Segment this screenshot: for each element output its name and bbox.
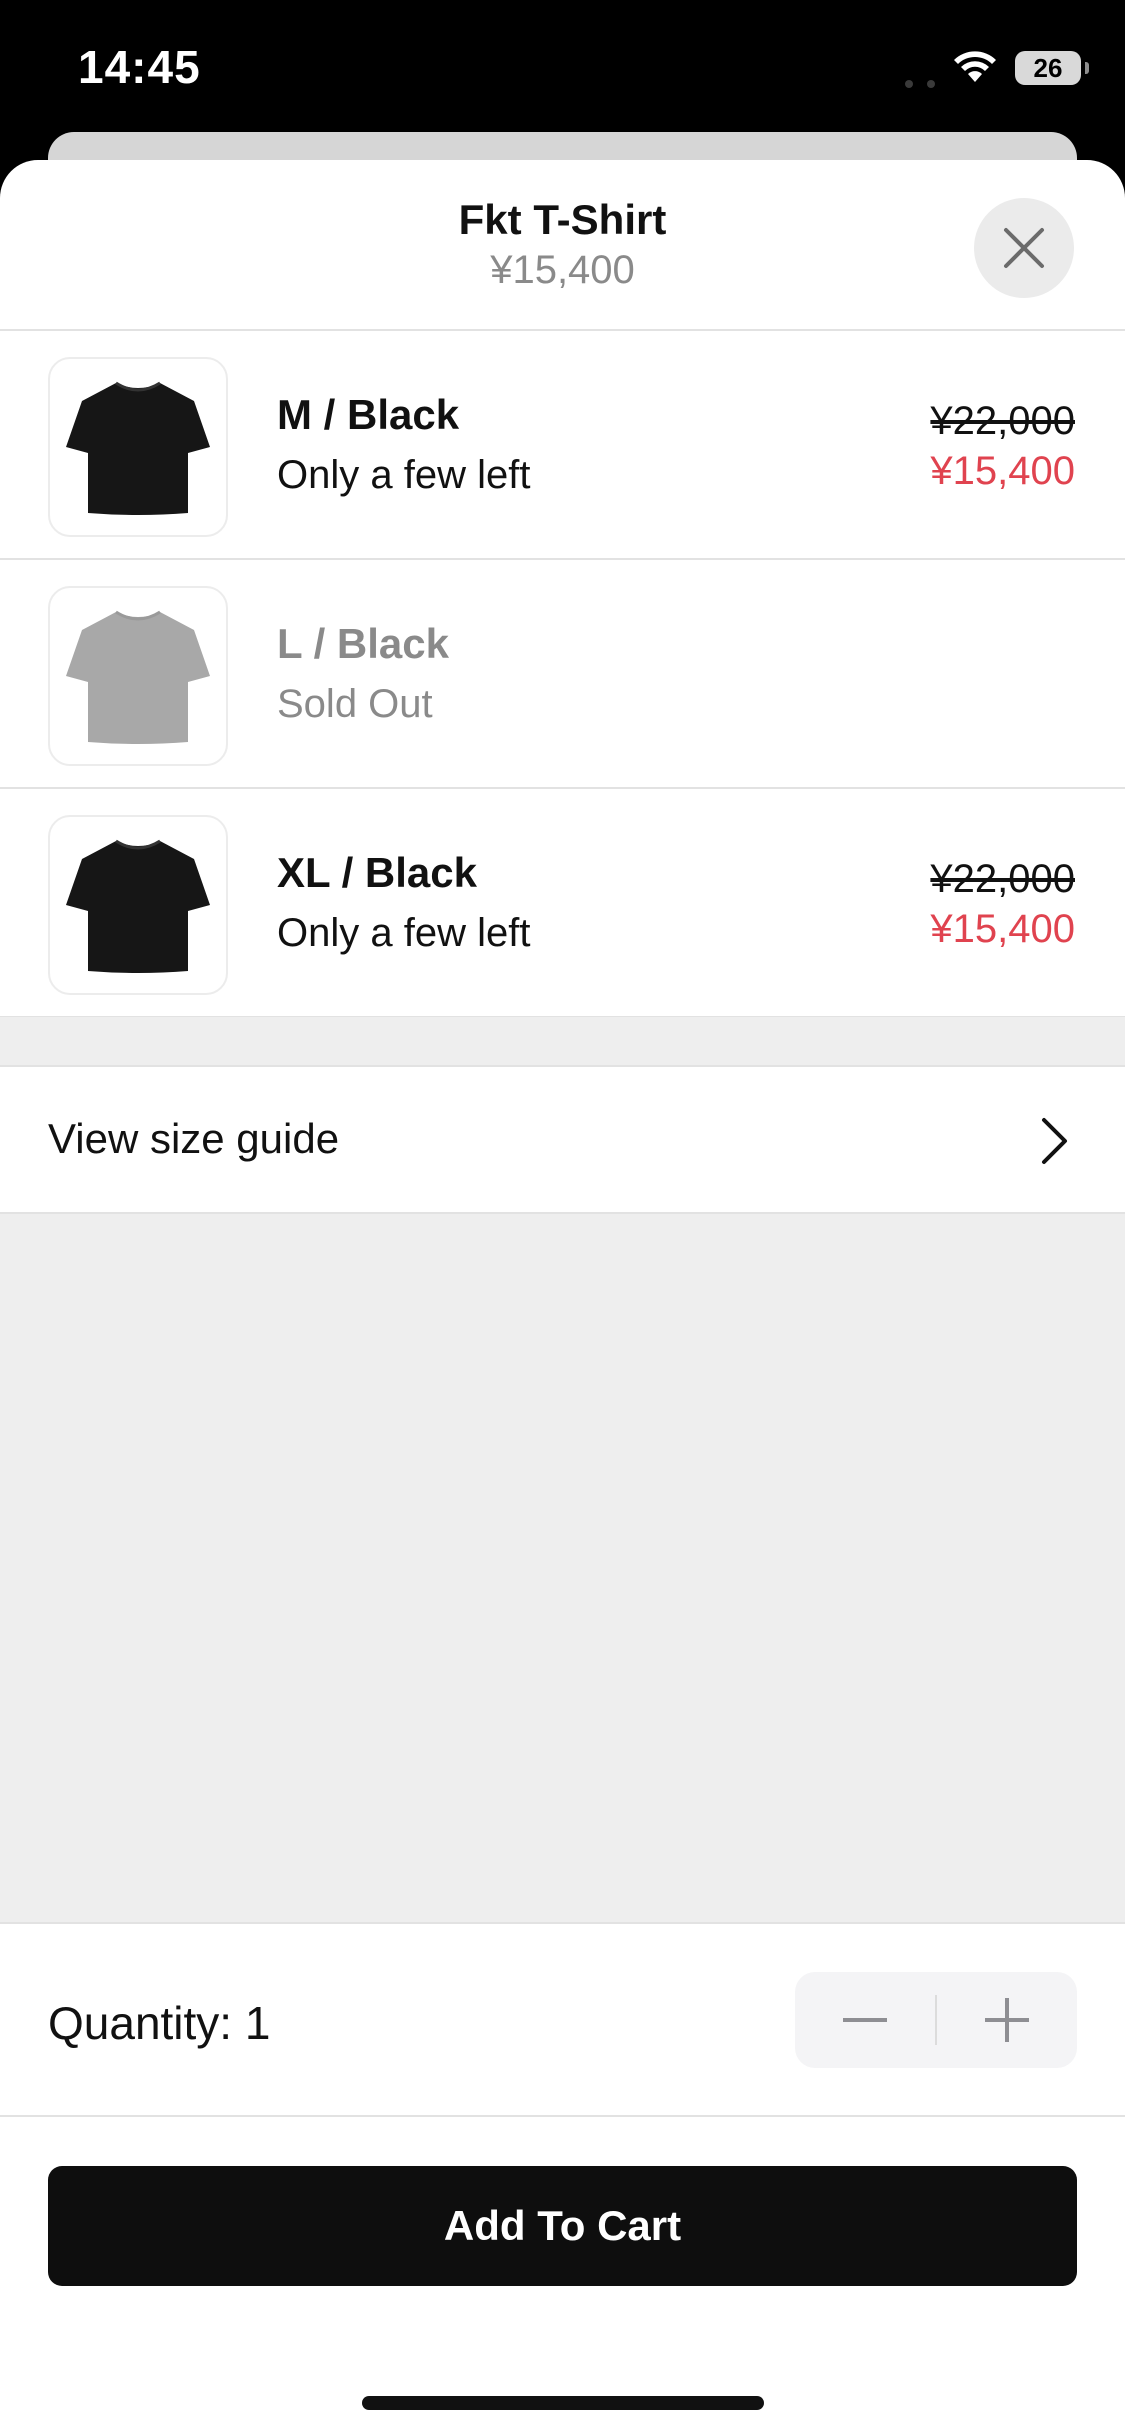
variant-thumbnail	[48, 357, 228, 537]
sale-price: ¥15,400	[930, 449, 1075, 493]
variant-thumbnail	[48, 815, 228, 995]
quantity-stepper	[795, 1972, 1077, 2068]
grey-tshirt-image	[66, 610, 210, 744]
increment-button[interactable]	[937, 1972, 1077, 2068]
variant-name: M / Black	[277, 391, 460, 438]
status-bar: 14:45 26	[0, 0, 1125, 140]
product-title: Fkt T-Shirt	[458, 196, 667, 243]
status-indicators: 26	[905, 46, 1089, 90]
section-divider	[0, 1017, 1125, 1067]
decrement-button[interactable]	[795, 1972, 935, 2068]
home-indicator	[362, 2396, 764, 2410]
minus-icon	[843, 2018, 887, 2022]
variant-stock: Only a few left	[277, 453, 531, 497]
variant-row-xl-black[interactable]: XL / Black Only a few left ¥22,000 ¥15,4…	[0, 789, 1125, 1018]
battery-level: 26	[1033, 52, 1063, 83]
black-tshirt-image	[66, 839, 210, 973]
plus-icon	[985, 1998, 1029, 2042]
variant-name: L / Black	[277, 620, 449, 667]
sheet-header: Fkt T-Shirt ¥15,400	[0, 160, 1125, 331]
close-button[interactable]	[974, 198, 1074, 298]
variant-name: XL / Black	[277, 849, 477, 896]
quantity-row: Quantity: 1	[0, 1924, 1125, 2117]
quantity-label: Quantity: 1	[48, 1996, 270, 2050]
variant-thumbnail	[48, 586, 228, 766]
chevron-right-icon	[1029, 1113, 1079, 1169]
original-price: ¥22,000	[930, 399, 1075, 443]
size-guide-link[interactable]: View size guide	[0, 1067, 1125, 1214]
variant-row-l-black: L / Black Sold Out	[0, 560, 1125, 789]
variant-row-m-black[interactable]: M / Black Only a few left ¥22,000 ¥15,40…	[0, 331, 1125, 560]
variant-stock: Only a few left	[277, 911, 531, 955]
variant-sheet: Fkt T-Shirt ¥15,400 M / Black Only a few…	[0, 160, 1125, 2436]
close-icon	[1004, 228, 1044, 268]
black-tshirt-image	[66, 381, 210, 515]
quantity-label-text: Quantity:	[48, 1997, 245, 2049]
cellular-signal-icon	[905, 48, 935, 88]
wifi-icon	[954, 51, 996, 82]
add-to-cart-button[interactable]: Add To Cart	[48, 2166, 1077, 2286]
battery-indicator: 26	[1015, 51, 1089, 85]
product-price: ¥15,400	[490, 248, 635, 292]
empty-area	[0, 1214, 1125, 1924]
size-guide-label: View size guide	[48, 1115, 340, 1162]
original-price: ¥22,000	[930, 857, 1075, 901]
status-time: 14:45	[78, 41, 201, 93]
sale-price: ¥15,400	[930, 907, 1075, 951]
quantity-value: 1	[244, 1997, 271, 2049]
variant-stock: Sold Out	[277, 682, 433, 726]
